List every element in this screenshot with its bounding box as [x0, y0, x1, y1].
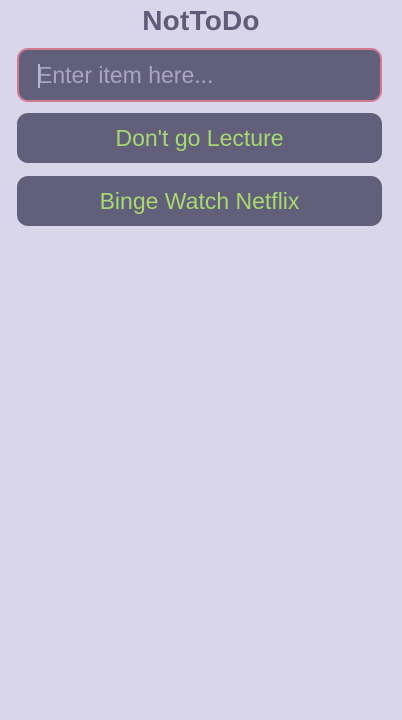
app-title: NotToDo: [142, 5, 260, 36]
list-item[interactable]: Don't go Lecture: [17, 113, 382, 163]
text-cursor: [38, 64, 40, 88]
item-input[interactable]: [19, 50, 380, 100]
item-input-container[interactable]: [17, 48, 382, 102]
list-item[interactable]: Binge Watch Netflix: [17, 176, 382, 226]
item-list: Don't go Lecture Binge Watch Netflix: [17, 113, 382, 239]
